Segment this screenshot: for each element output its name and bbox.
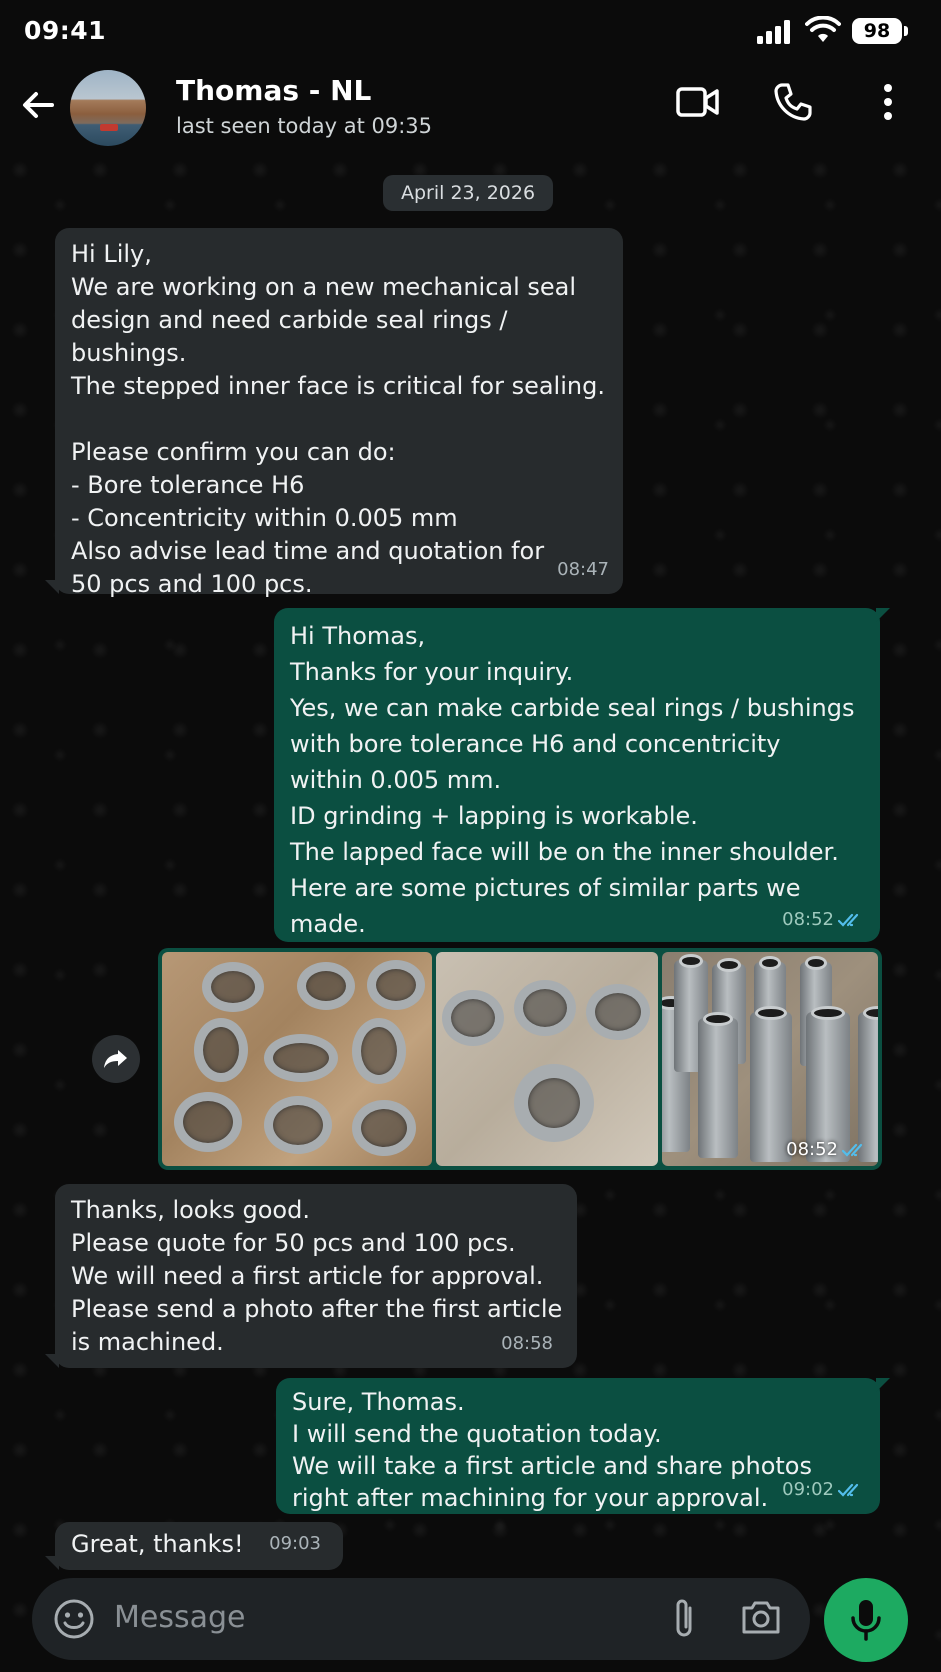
chat-header: Thomas - NL last seen today at 09:35 <box>0 60 941 150</box>
date-divider: April 23, 2026 <box>383 175 554 211</box>
message-time: 09:03 <box>269 1533 321 1554</box>
photo-part <box>194 1018 248 1082</box>
more-vert-icon[interactable] <box>882 82 894 122</box>
camera-icon[interactable] <box>740 1598 782 1636</box>
message-meta: 09:03 <box>269 1527 321 1560</box>
message-bubble-incoming[interactable]: Thanks, looks good. Please quote for 50 … <box>45 1184 577 1368</box>
message-time: 08:47 <box>557 559 609 580</box>
message-meta: 08:58 <box>501 1327 553 1360</box>
photo-part <box>514 980 576 1036</box>
message-meta: 08:52 <box>782 903 866 936</box>
mic-icon <box>851 1600 881 1641</box>
photo-part <box>297 962 355 1010</box>
photo-part <box>586 984 650 1040</box>
message-input[interactable]: Message <box>114 1600 245 1635</box>
message-meta: 08:47 <box>557 553 609 586</box>
photo-part <box>202 962 264 1012</box>
message-composer: Message <box>32 1578 810 1660</box>
video-call-icon[interactable] <box>676 82 720 122</box>
photo-part <box>514 1064 594 1142</box>
photo-part <box>442 990 504 1046</box>
mic-button[interactable] <box>824 1578 908 1662</box>
message-bubble-outgoing[interactable]: Sure, Thomas. I will send the quotation … <box>276 1378 890 1514</box>
message-bubble-incoming[interactable]: Great, thanks! 09:03 <box>45 1522 343 1570</box>
photo-part <box>174 1092 242 1152</box>
contact-status: last seen today at 09:35 <box>176 114 432 138</box>
message-meta: 08:52 <box>786 1139 870 1160</box>
bubble-tail <box>45 1556 59 1570</box>
bubble-tail <box>876 1378 890 1392</box>
read-receipt-icon <box>838 913 859 927</box>
wifi-icon <box>805 16 841 42</box>
emoji-icon[interactable] <box>52 1597 96 1641</box>
message-text: Sure, Thomas. I will send the quotation … <box>292 1388 812 1512</box>
photo-thumbnail[interactable] <box>662 952 878 1166</box>
photo-part <box>367 960 425 1010</box>
message-bubble-outgoing[interactable]: Hi Thomas, Thanks for your inquiry. Yes,… <box>274 608 890 942</box>
message-time: 08:52 <box>786 1139 838 1160</box>
photo-part <box>698 1012 738 1158</box>
forward-button[interactable] <box>92 1035 140 1083</box>
photo-group[interactable]: 08:52 <box>158 948 882 1170</box>
message-bubble-incoming[interactable]: Hi Lily, We are working on a new mechani… <box>45 228 623 598</box>
battery-indicator: 98 <box>852 18 908 44</box>
forward-icon <box>104 1050 127 1068</box>
photo-thumbnail[interactable] <box>162 952 432 1166</box>
message-text: Hi Lily, We are working on a new mechani… <box>71 240 605 598</box>
photo-part <box>352 1018 406 1084</box>
read-receipt-icon <box>838 1483 859 1497</box>
message-time: 08:52 <box>782 909 834 930</box>
signal-icon <box>757 20 790 44</box>
bubble-tail <box>876 608 890 622</box>
avatar-boat <box>100 124 118 131</box>
attach-icon[interactable] <box>670 1596 698 1642</box>
message-time: 08:58 <box>501 1333 553 1354</box>
arrow-left-icon[interactable] <box>16 83 60 127</box>
message-text: Hi Thomas, Thanks for your inquiry. Yes,… <box>290 622 855 938</box>
message-time: 09:02 <box>782 1479 834 1500</box>
photo-part <box>264 1034 338 1082</box>
message-text: Thanks, looks good. Please quote for 50 … <box>71 1196 563 1356</box>
bubble-tail <box>45 580 59 594</box>
avatar[interactable] <box>70 70 146 146</box>
photo-thumbnail[interactable] <box>436 952 658 1166</box>
bubble-tail <box>45 1354 59 1368</box>
contact-name[interactable]: Thomas - NL <box>176 74 371 107</box>
status-bar: 09:41 98 <box>0 0 941 60</box>
message-meta: 09:02 <box>782 1473 866 1506</box>
phone-icon[interactable] <box>773 82 813 122</box>
read-receipt-icon <box>842 1143 863 1157</box>
photo-part <box>264 1096 332 1154</box>
status-time: 09:41 <box>24 16 107 45</box>
photo-part <box>352 1100 416 1156</box>
